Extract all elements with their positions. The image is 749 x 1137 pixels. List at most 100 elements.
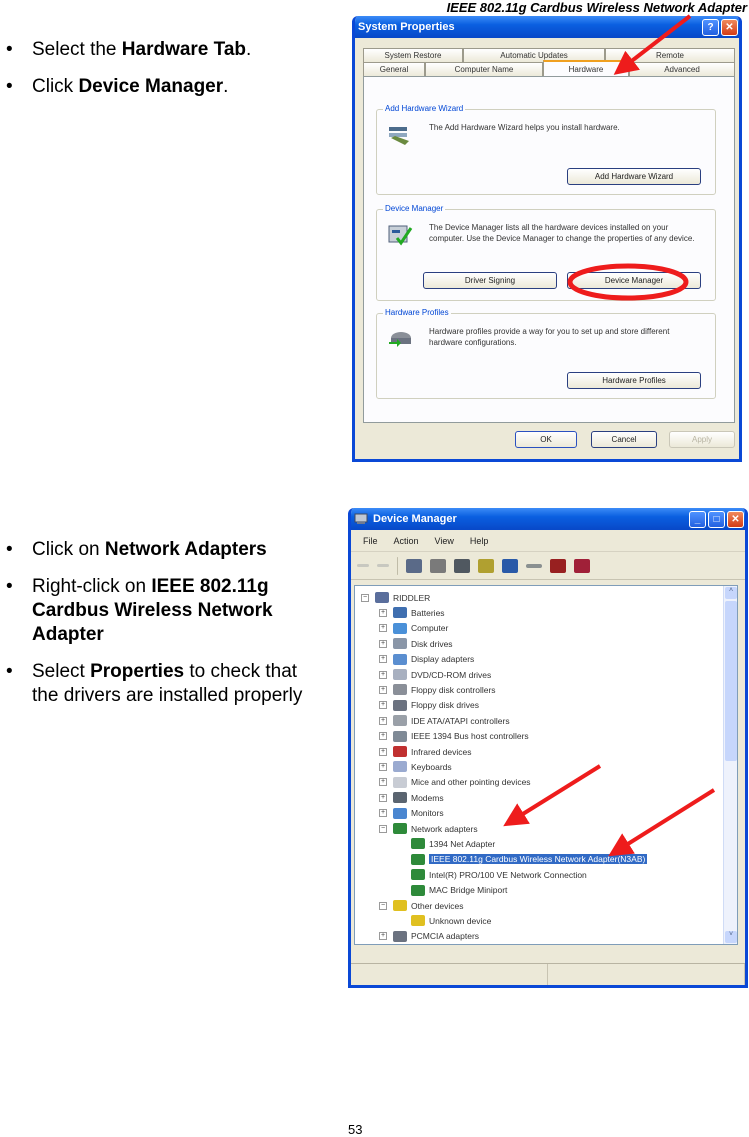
add-hardware-wizard-icon bbox=[389, 127, 409, 145]
device-category-icon bbox=[393, 730, 407, 742]
tree-node-label: Modems bbox=[411, 792, 444, 803]
device-category-icon bbox=[411, 838, 425, 850]
scroll-thumb[interactable] bbox=[725, 601, 737, 761]
expand-icon[interactable]: + bbox=[379, 716, 387, 725]
expand-icon[interactable]: + bbox=[379, 762, 387, 771]
device-category-icon bbox=[393, 792, 407, 804]
expand-icon[interactable]: + bbox=[379, 932, 387, 941]
show-hide-console-tree-icon[interactable] bbox=[406, 558, 422, 573]
tree-node[interactable]: − Other devices bbox=[379, 898, 463, 913]
tree-node-label: Other devices bbox=[411, 900, 464, 911]
add-hardware-wizard-button[interactable]: Add Hardware Wizard bbox=[567, 168, 701, 185]
help-icon[interactable] bbox=[478, 558, 494, 573]
tree-node[interactable]: Unknown device bbox=[397, 913, 491, 928]
expand-icon[interactable]: + bbox=[379, 732, 387, 741]
tree-node[interactable]: Intel(R) PRO/100 VE Network Connection bbox=[397, 867, 587, 882]
expand-icon[interactable]: + bbox=[379, 793, 387, 802]
close-button[interactable]: ✕ bbox=[721, 19, 738, 36]
menu-action[interactable]: Action bbox=[394, 536, 419, 546]
tab-system-restore[interactable]: System Restore bbox=[363, 48, 463, 62]
forward-icon[interactable] bbox=[377, 564, 389, 567]
expand-icon[interactable]: + bbox=[379, 670, 387, 679]
scroll-down-button[interactable]: ˅ bbox=[725, 931, 737, 943]
tree-node[interactable]: + Mice and other pointing devices bbox=[379, 775, 531, 790]
scroll-up-button[interactable]: ˄ bbox=[725, 587, 737, 599]
minimize-button[interactable]: _ bbox=[689, 511, 706, 528]
collapse-icon[interactable]: − bbox=[361, 593, 369, 602]
tree-node-label: Display adapters bbox=[411, 654, 475, 665]
help-button[interactable]: ? bbox=[702, 19, 719, 36]
scan-hardware-icon[interactable] bbox=[502, 558, 518, 573]
back-icon[interactable] bbox=[357, 564, 369, 567]
tree-node[interactable]: 1394 Net Adapter bbox=[397, 836, 495, 851]
tree-node-label: Monitors bbox=[411, 808, 444, 819]
hardware-profiles-button[interactable]: Hardware Profiles bbox=[567, 372, 701, 389]
cancel-button[interactable]: Cancel bbox=[591, 431, 657, 448]
tree-node[interactable]: + Computer bbox=[379, 621, 448, 636]
device-category-icon bbox=[393, 607, 407, 619]
expand-icon[interactable]: + bbox=[379, 778, 387, 787]
device-category-icon bbox=[393, 776, 407, 788]
expand-icon[interactable]: + bbox=[379, 685, 387, 694]
system-properties-titlebar[interactable]: System Properties ? ✕ bbox=[355, 16, 739, 38]
print-icon[interactable] bbox=[454, 558, 470, 573]
properties-icon[interactable] bbox=[430, 558, 446, 573]
expand-icon[interactable]: + bbox=[379, 747, 387, 756]
menu-view[interactable]: View bbox=[435, 536, 454, 546]
device-manager-titlebar[interactable]: Device Manager _ □ ✕ bbox=[351, 508, 745, 530]
update-driver-icon[interactable] bbox=[526, 563, 542, 568]
tree-node[interactable]: MAC Bridge Miniport bbox=[397, 883, 507, 898]
tree-node[interactable]: + Infrared devices bbox=[379, 744, 471, 759]
expand-icon[interactable]: + bbox=[379, 639, 387, 648]
tree-node[interactable]: + Disk drives bbox=[379, 636, 453, 651]
uninstall-icon[interactable] bbox=[574, 558, 590, 573]
tab-computer-name[interactable]: Computer Name bbox=[425, 62, 543, 76]
tree-node[interactable]: + DVD/CD-ROM drives bbox=[379, 667, 491, 682]
group-title: Device Manager bbox=[383, 204, 446, 213]
tree-node-label: RIDDLER bbox=[393, 592, 431, 603]
tree-node[interactable]: + PCMCIA adapters bbox=[379, 929, 479, 944]
ok-button[interactable]: OK bbox=[515, 431, 577, 448]
tree-node[interactable]: + Floppy disk controllers bbox=[379, 682, 496, 697]
tree-node[interactable]: + IEEE 1394 Bus host controllers bbox=[379, 729, 529, 744]
device-manager-app-icon bbox=[354, 513, 368, 524]
tree-node[interactable]: − RIDDLER bbox=[361, 590, 430, 605]
collapse-icon[interactable]: − bbox=[379, 901, 387, 910]
expand-icon[interactable]: + bbox=[379, 624, 387, 633]
tree-node-label: Keyboards bbox=[411, 761, 452, 772]
tab-advanced[interactable]: Advanced bbox=[629, 62, 735, 76]
tree-node[interactable]: + Display adapters bbox=[379, 652, 474, 667]
menu-help[interactable]: Help bbox=[470, 536, 489, 546]
tab-hardware[interactable]: Hardware bbox=[543, 60, 629, 76]
tree-node-label: Intel(R) PRO/100 VE Network Connection bbox=[429, 869, 587, 880]
instruction-item: Select the Hardware Tab. bbox=[6, 38, 336, 62]
hardware-profiles-group: Hardware Profiles Hardware profiles prov… bbox=[376, 308, 716, 399]
tree-node-label: Network adapters bbox=[411, 823, 478, 834]
expand-icon[interactable]: + bbox=[379, 809, 387, 818]
tree-node[interactable]: + Floppy disk drives bbox=[379, 698, 479, 713]
device-category-icon bbox=[393, 638, 407, 650]
tree-node[interactable]: + Batteries bbox=[379, 605, 445, 620]
device-manager-icon bbox=[388, 225, 413, 246]
expand-icon[interactable]: + bbox=[379, 655, 387, 664]
tree-node[interactable]: + Modems bbox=[379, 790, 444, 805]
driver-signing-button[interactable]: Driver Signing bbox=[423, 272, 557, 289]
device-manager-button[interactable]: Device Manager bbox=[567, 272, 701, 289]
tree-node[interactable]: + Monitors bbox=[379, 806, 444, 821]
tree-node[interactable]: − Network adapters bbox=[379, 821, 478, 836]
disable-icon[interactable] bbox=[550, 558, 566, 573]
tab-general[interactable]: General bbox=[363, 62, 425, 76]
tree-node[interactable]: + Keyboards bbox=[379, 759, 452, 774]
menu-file[interactable]: File bbox=[363, 536, 378, 546]
tree-node[interactable]: IEEE 802.11g Cardbus Wireless Network Ad… bbox=[397, 852, 648, 867]
device-category-icon bbox=[375, 592, 389, 603]
maximize-button[interactable]: □ bbox=[708, 511, 725, 528]
expand-icon[interactable]: + bbox=[379, 608, 387, 617]
collapse-icon[interactable]: − bbox=[379, 824, 387, 833]
close-button[interactable]: ✕ bbox=[727, 511, 744, 528]
instruction-text: . bbox=[246, 39, 252, 60]
vertical-scrollbar[interactable]: ˄ ˅ bbox=[723, 586, 737, 944]
expand-icon[interactable]: + bbox=[379, 701, 387, 710]
tree-node[interactable]: + IDE ATA/ATAPI controllers bbox=[379, 713, 510, 728]
instruction-text: . bbox=[223, 76, 229, 97]
